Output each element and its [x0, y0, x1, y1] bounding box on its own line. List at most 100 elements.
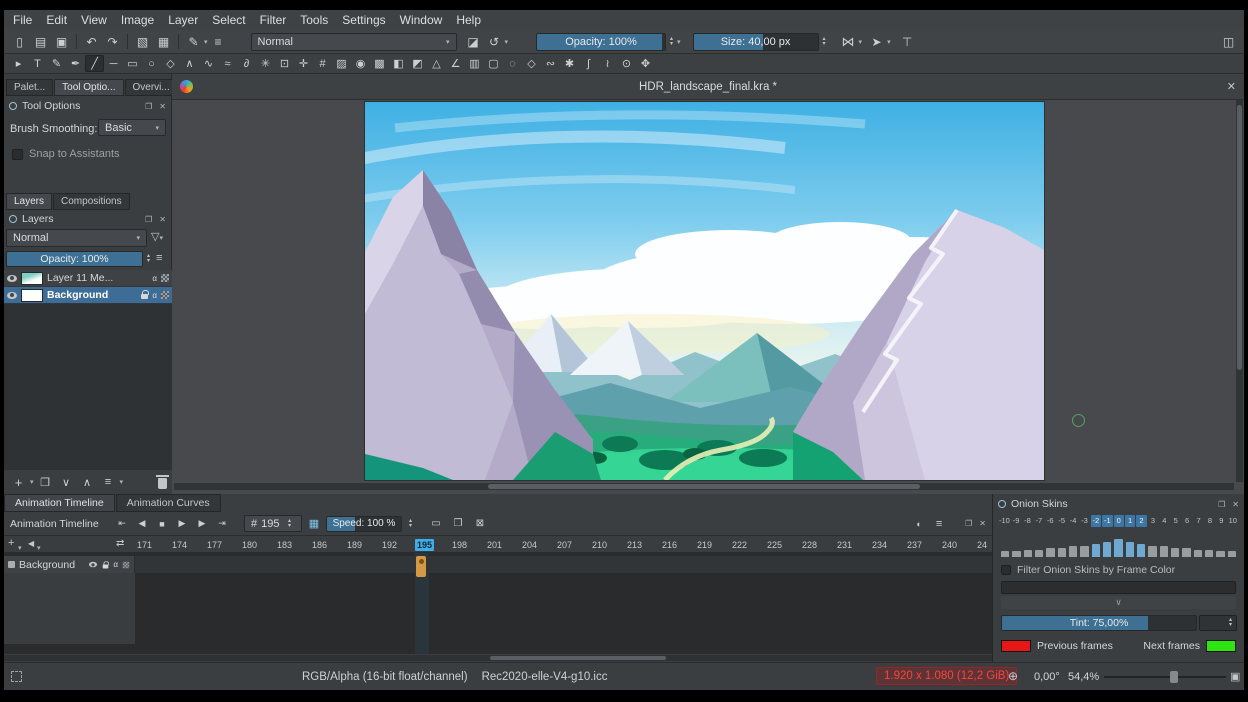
onion-opacity-bar[interactable]: [1148, 546, 1156, 557]
polygon-tool-icon[interactable]: ◇: [161, 55, 180, 72]
menu-item[interactable]: Tools: [293, 10, 335, 30]
dock-tab[interactable]: Overvi...: [125, 79, 178, 96]
crop-tool-icon[interactable]: #: [313, 55, 332, 72]
onion-opacity-bar[interactable]: [1137, 544, 1145, 557]
onion-offset-cell[interactable]: 4: [1159, 515, 1169, 527]
frame-cell[interactable]: 234: [870, 536, 905, 553]
dock-tab[interactable]: Tool Optio...: [54, 79, 123, 96]
select-similar-icon[interactable]: ✱: [560, 55, 579, 72]
redo-icon[interactable]: ↷: [102, 32, 123, 51]
new-document-icon[interactable]: ▯: [9, 32, 30, 51]
frame-cell[interactable]: 207: [555, 536, 590, 553]
layer-opacity-spinner[interactable]: ▴▾: [143, 250, 154, 268]
dock-tab[interactable]: Layers: [6, 193, 52, 210]
onion-opacity-bar[interactable]: [1012, 551, 1020, 557]
frame-color-filter-field[interactable]: [1001, 581, 1236, 594]
track-visibility-icon[interactable]: [89, 562, 97, 568]
next-frame-icon[interactable]: ▶: [193, 515, 211, 532]
ellipse-tool-icon[interactable]: ○: [142, 55, 161, 72]
onion-offset-cell[interactable]: 9: [1216, 515, 1226, 527]
onion-offset-cell[interactable]: -3: [1079, 515, 1089, 527]
assistants-tool-icon[interactable]: △: [427, 55, 446, 72]
float-docker-icon[interactable]: ❐: [1218, 500, 1225, 509]
move-tool-icon[interactable]: ✛: [294, 55, 313, 72]
bezier-curve-tool-icon[interactable]: ∿: [199, 55, 218, 72]
dropdown-caret-icon[interactable]: ▾: [505, 38, 509, 46]
multibrush-tool-icon[interactable]: ✳: [256, 55, 275, 72]
create-duplicate-frame-icon[interactable]: ❐: [449, 515, 467, 532]
frame-cell[interactable]: 204: [520, 536, 555, 553]
line-tool-icon[interactable]: ─: [104, 55, 123, 72]
onion-opacity-bar[interactable]: [1080, 546, 1088, 557]
tint-spinbox[interactable]: ▴▾: [1199, 615, 1237, 631]
drop-frames-icon[interactable]: ▦: [305, 515, 323, 532]
frame-cell[interactable]: 213: [625, 536, 660, 553]
frame-cell[interactable]: 186: [310, 536, 345, 553]
onion-offset-cell[interactable]: -9: [1011, 515, 1021, 527]
frame-cell[interactable]: 24: [975, 536, 992, 553]
timeline-hscrollbar-thumb[interactable]: [490, 656, 666, 660]
expand-collapse-button[interactable]: ∨: [1001, 596, 1236, 609]
onion-offset-cell[interactable]: 2: [1136, 515, 1146, 527]
timeline-hscrollbar[interactable]: [4, 655, 992, 661]
fill-tool-icon[interactable]: ◧: [389, 55, 408, 72]
menu-item[interactable]: Help: [449, 10, 488, 30]
frame-cell[interactable]: 177: [205, 536, 240, 553]
dropdown-caret-icon[interactable]: ▾: [204, 38, 208, 46]
layer-visibility-icon[interactable]: [7, 292, 17, 299]
create-blank-frame-icon[interactable]: ▭: [427, 515, 445, 532]
dropdown-caret-icon[interactable]: ▾: [859, 38, 863, 46]
play-icon[interactable]: ▶: [173, 515, 191, 532]
dock-tab[interactable]: Palet...: [6, 79, 53, 96]
move-layer-up-button[interactable]: ∧: [78, 474, 97, 491]
frame-cell[interactable]: 198: [450, 536, 485, 553]
rectangle-tool-icon[interactable]: ▭: [123, 55, 142, 72]
gradient-tool-icon[interactable]: ▨: [332, 55, 351, 72]
undo-icon[interactable]: ↶: [81, 32, 102, 51]
size-slider[interactable]: Size: 40,00 px: [693, 33, 819, 51]
polyline-tool-icon[interactable]: ∧: [180, 55, 199, 72]
frame-cell[interactable]: 222: [730, 536, 765, 553]
wraparound-mode-icon[interactable]: ⊤: [897, 32, 918, 51]
layer-row-selected[interactable]: Background α: [4, 287, 172, 304]
onion-offset-cell[interactable]: -2: [1091, 515, 1101, 527]
tint-slider[interactable]: Tint: 75,00%: [1001, 615, 1197, 631]
frame-cell[interactable]: 237: [905, 536, 940, 553]
canvas-vscrollbar[interactable]: [1236, 100, 1243, 482]
delete-layer-button[interactable]: [158, 478, 167, 489]
brush-smoothing-combo[interactable]: Basic ▾: [98, 119, 166, 136]
track-row[interactable]: Background α: [4, 556, 992, 573]
zoom-tool-icon[interactable]: ⊙: [617, 55, 636, 72]
onion-opacity-bar[interactable]: [1069, 546, 1077, 557]
onion-opacity-bar[interactable]: [1126, 542, 1134, 557]
menu-item[interactable]: Filter: [253, 10, 294, 30]
brush-preset-chooser-icon[interactable]: ✎: [183, 32, 204, 51]
previous-frames-color-swatch[interactable]: [1001, 640, 1031, 652]
opacity-slider[interactable]: Opacity: 100%: [536, 33, 666, 51]
color-sampler-tool-icon[interactable]: ◉: [351, 55, 370, 72]
menu-item[interactable]: Select: [205, 10, 252, 30]
onion-opacity-bar[interactable]: [1046, 548, 1054, 557]
float-docker-icon[interactable]: ❐: [965, 519, 972, 528]
dropdown-caret-icon[interactable]: ▾: [120, 478, 124, 486]
frame-cell[interactable]: 183: [275, 536, 310, 553]
previous-frame-icon[interactable]: ◀: [133, 515, 151, 532]
opacity-spinner[interactable]: ▴▾: [666, 33, 677, 51]
select-rectangular-icon[interactable]: ▢: [484, 55, 503, 72]
remove-keyframe-icon[interactable]: ◀: [28, 539, 34, 548]
onion-offset-cell[interactable]: -8: [1022, 515, 1032, 527]
onion-opacity-bar[interactable]: [1024, 550, 1032, 557]
frame-cell[interactable]: 192: [380, 536, 415, 553]
onion-offset-cell[interactable]: 1: [1125, 515, 1135, 527]
snap-to-assistants-checkbox[interactable]: [12, 149, 23, 160]
menu-item[interactable]: Layer: [161, 10, 205, 30]
frame-cell[interactable]: 171: [135, 536, 170, 553]
inherit-alpha-icon[interactable]: α: [152, 291, 157, 300]
frame-cell[interactable]: 240: [940, 536, 975, 553]
skip-to-start-icon[interactable]: ⇤: [113, 515, 131, 532]
frame-cell[interactable]: 216: [660, 536, 695, 553]
alpha-channel-icon[interactable]: [161, 274, 169, 282]
dropdown-caret-icon[interactable]: ▾: [37, 544, 41, 552]
move-layer-down-button[interactable]: ∨: [57, 474, 76, 491]
menu-item[interactable]: View: [74, 10, 114, 30]
